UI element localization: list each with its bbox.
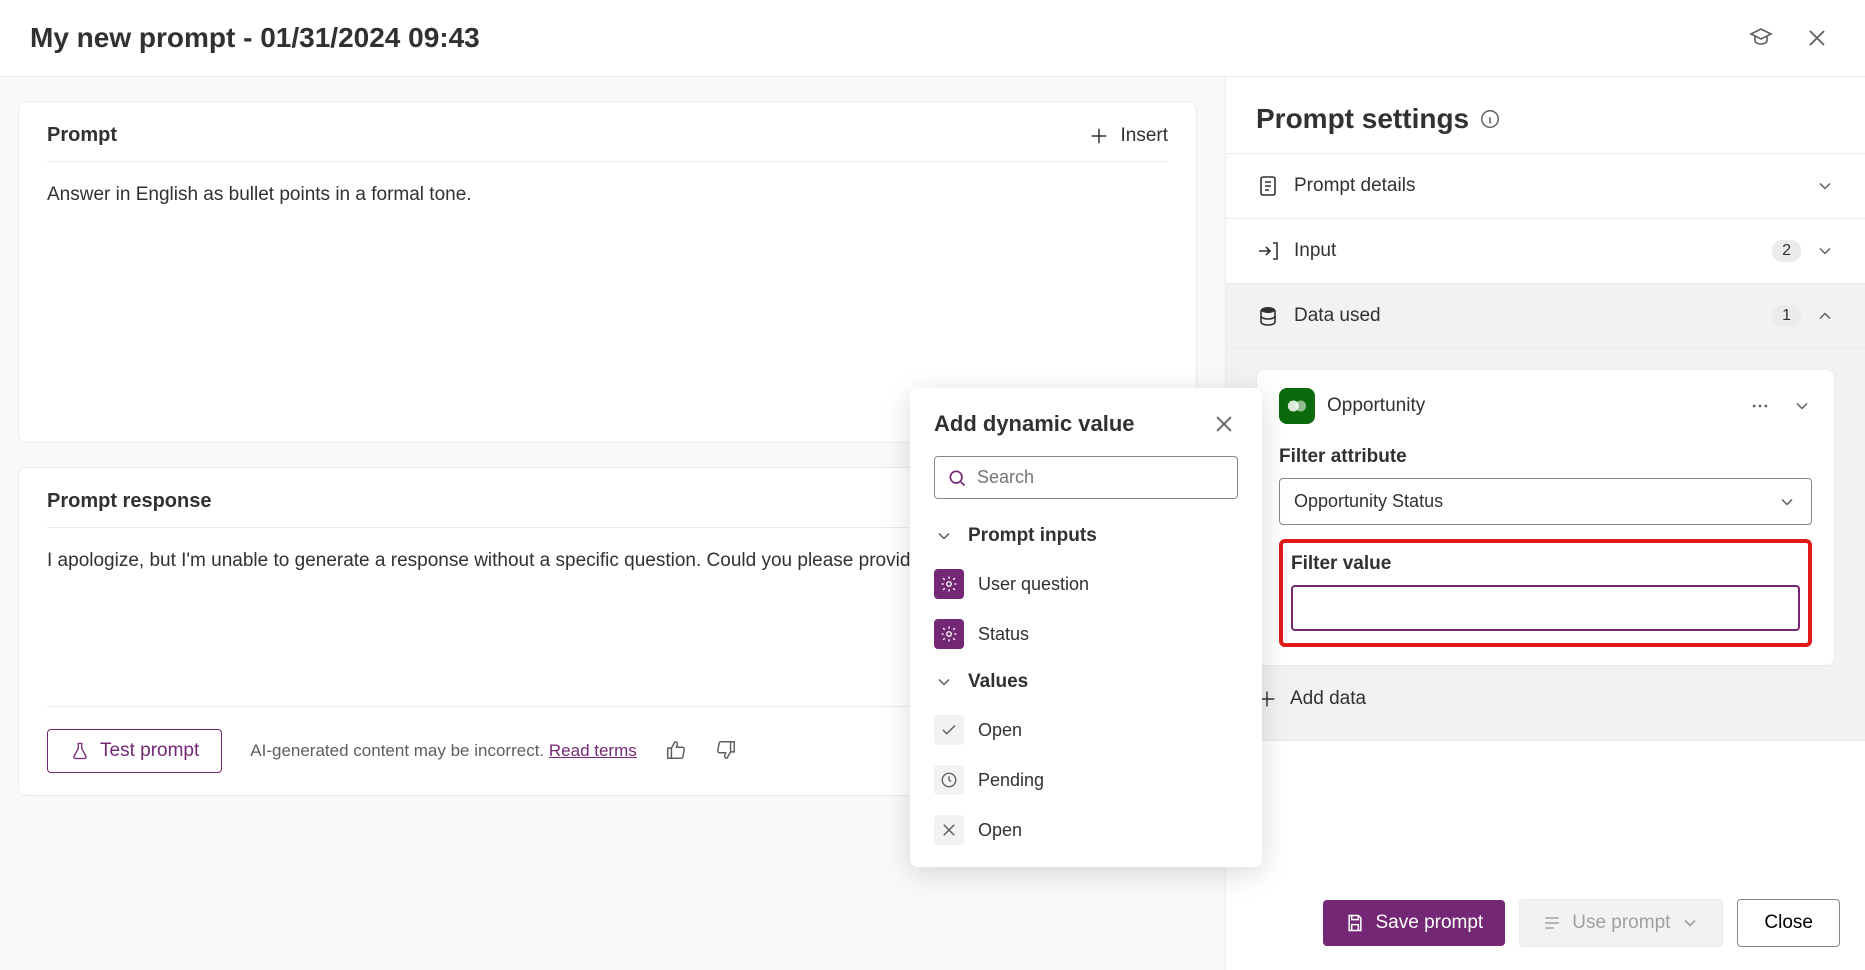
insert-button[interactable]: Insert bbox=[1088, 125, 1168, 147]
chevron-down-icon bbox=[1680, 913, 1700, 933]
filter-value-highlight: Filter value bbox=[1279, 539, 1812, 647]
read-terms-link[interactable]: Read terms bbox=[549, 741, 637, 760]
database-icon bbox=[1256, 304, 1280, 328]
input-item-user-question[interactable]: User question bbox=[910, 559, 1262, 609]
prompt-text[interactable]: Answer in English as bullet points in a … bbox=[47, 180, 1168, 420]
more-icon[interactable] bbox=[1750, 396, 1770, 416]
chevron-up-icon bbox=[1815, 306, 1835, 326]
page-title: My new prompt - 01/31/2024 09:43 bbox=[30, 22, 480, 54]
dataverse-icon bbox=[1279, 388, 1315, 424]
group-values[interactable]: Values bbox=[910, 659, 1262, 705]
popover-search-input[interactable] bbox=[977, 467, 1225, 488]
accordion-data-used[interactable]: Data used 1 bbox=[1226, 284, 1865, 349]
x-icon bbox=[934, 815, 964, 845]
popover-close-icon[interactable] bbox=[1210, 410, 1238, 438]
settings-panel: Prompt settings Prompt details Input 2 D… bbox=[1225, 77, 1865, 970]
gear-icon bbox=[934, 569, 964, 599]
ai-disclaimer: AI-generated content may be incorrect. R… bbox=[250, 741, 637, 761]
list-icon bbox=[1542, 913, 1562, 933]
thumbs-down-button[interactable] bbox=[715, 739, 737, 764]
response-title: Prompt response bbox=[47, 490, 211, 513]
data-used-body: Opportunity Filter attribute Opportunity… bbox=[1226, 349, 1865, 741]
accordion-input[interactable]: Input 2 bbox=[1226, 219, 1865, 284]
chevron-down-icon bbox=[1815, 176, 1835, 196]
check-icon bbox=[934, 715, 964, 745]
popover-search[interactable] bbox=[934, 456, 1238, 499]
filter-attribute-label: Filter attribute bbox=[1279, 446, 1812, 468]
add-data-button[interactable]: Add data bbox=[1256, 688, 1835, 710]
settings-accordion: Prompt details Input 2 Data used 1 bbox=[1226, 153, 1865, 741]
chevron-down-icon[interactable] bbox=[1792, 396, 1812, 416]
data-badge: 1 bbox=[1772, 305, 1801, 327]
plus-icon bbox=[1088, 125, 1110, 147]
document-icon bbox=[1256, 174, 1280, 198]
flask-icon bbox=[70, 741, 90, 761]
input-badge: 2 bbox=[1772, 240, 1801, 262]
header-actions bbox=[1743, 20, 1835, 56]
close-icon[interactable] bbox=[1799, 20, 1835, 56]
footer-actions: Save prompt Use prompt Close bbox=[1323, 899, 1840, 947]
gear-icon bbox=[934, 619, 964, 649]
clock-icon bbox=[934, 765, 964, 795]
save-icon bbox=[1345, 913, 1365, 933]
chevron-down-icon bbox=[934, 526, 954, 546]
value-item-open[interactable]: Open bbox=[910, 705, 1262, 755]
page-header: My new prompt - 01/31/2024 09:43 bbox=[0, 0, 1865, 77]
data-card-title: Opportunity bbox=[1327, 395, 1738, 417]
thumbs-up-button[interactable] bbox=[665, 739, 687, 764]
chevron-down-icon bbox=[1777, 492, 1797, 512]
settings-title: Prompt settings bbox=[1226, 77, 1865, 153]
use-prompt-button[interactable]: Use prompt bbox=[1519, 899, 1723, 947]
accordion-prompt-details[interactable]: Prompt details bbox=[1226, 154, 1865, 219]
prompt-title: Prompt bbox=[47, 124, 117, 147]
filter-value-input[interactable] bbox=[1291, 585, 1800, 631]
filter-value-label: Filter value bbox=[1291, 553, 1800, 575]
chevron-down-icon bbox=[1815, 241, 1835, 261]
group-prompt-inputs[interactable]: Prompt inputs bbox=[910, 513, 1262, 559]
test-prompt-button[interactable]: Test prompt bbox=[47, 729, 222, 773]
chevron-down-icon bbox=[934, 672, 954, 692]
input-item-status[interactable]: Status bbox=[910, 609, 1262, 659]
search-icon bbox=[947, 468, 967, 488]
filter-attribute-select[interactable]: Opportunity Status bbox=[1279, 478, 1812, 525]
info-icon[interactable] bbox=[1479, 108, 1501, 130]
value-item-open-2[interactable]: Open bbox=[910, 805, 1262, 855]
save-prompt-button[interactable]: Save prompt bbox=[1323, 900, 1505, 946]
value-item-pending[interactable]: Pending bbox=[910, 755, 1262, 805]
add-dynamic-value-popover: Add dynamic value Prompt inputs User que… bbox=[910, 388, 1262, 867]
input-icon bbox=[1256, 239, 1280, 263]
popover-title: Add dynamic value bbox=[934, 411, 1135, 437]
data-card-opportunity: Opportunity Filter attribute Opportunity… bbox=[1256, 369, 1835, 666]
learn-icon[interactable] bbox=[1743, 20, 1779, 56]
close-button[interactable]: Close bbox=[1737, 899, 1840, 947]
